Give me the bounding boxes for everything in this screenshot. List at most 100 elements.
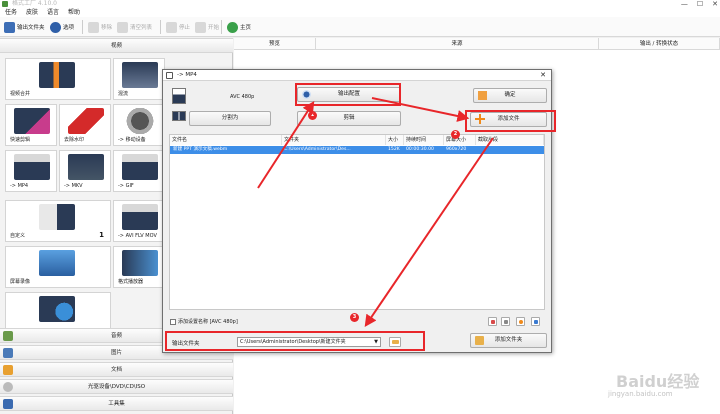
film-plus-icon	[39, 62, 75, 88]
tile-to-gif[interactable]: -> GIF	[113, 150, 165, 192]
tile-custom[interactable]: 自定义 1	[5, 200, 111, 242]
annotation-box-output-folder	[165, 331, 425, 351]
row-folder: C:\Users\Administrator\Des...	[284, 147, 351, 152]
file-info-icon	[534, 320, 538, 324]
add-folder-button[interactable]: 添加文件夹	[470, 333, 547, 348]
clear-list-button[interactable]: 清空列表	[117, 20, 152, 34]
film-reel-icon	[122, 108, 158, 134]
tile-format-player[interactable]: 格式播放器	[113, 246, 165, 288]
tile-quick-cut[interactable]: 快速剪辑	[5, 104, 57, 146]
file-options-button[interactable]	[488, 317, 497, 326]
confirm-button[interactable]: 确定	[473, 88, 547, 103]
marker-2: 2	[451, 130, 460, 139]
menu-skin[interactable]: 皮肤	[26, 8, 38, 17]
annotation-box-add-file	[465, 110, 556, 132]
remove-button[interactable]: 移除	[88, 20, 112, 34]
stop-button[interactable]: 停止	[166, 20, 190, 34]
header-clip[interactable]: 截取片段	[476, 135, 544, 145]
mkv-icon	[68, 154, 104, 180]
marker-1: 1	[308, 111, 317, 120]
video-globe-icon	[39, 296, 75, 322]
toolbar: 输出文件夹 选项 移除 清空列表 停止 开始 主页	[0, 17, 720, 37]
split-icon	[172, 111, 186, 121]
header-duration[interactable]: 持续时间	[404, 135, 444, 145]
remove-file-button[interactable]	[501, 317, 510, 326]
menu-help[interactable]: 帮助	[68, 8, 80, 17]
header-screen-size[interactable]: 屏幕大小	[444, 135, 476, 145]
category-tools[interactable]: 工具集	[0, 396, 233, 411]
add-setting-name-label: 添加设置名称 [AVC 480p]	[178, 319, 238, 325]
watermark-text: Baidu经验	[616, 372, 700, 391]
home-button[interactable]: 主页	[227, 20, 251, 34]
maximize-button[interactable]: ☐	[697, 0, 703, 8]
watermark: Baidu经验 jingyan.baidu.com	[586, 366, 706, 406]
title-bar: 格式工厂 4.10.0 — ☐ ✕	[0, 0, 720, 8]
header-folder[interactable]: 文件夹	[282, 135, 386, 145]
tile-to-avi-flv-mov[interactable]: -> AVI FLV MOV	[113, 200, 165, 242]
mux-icon	[122, 62, 158, 88]
row-size: 152K	[388, 147, 400, 152]
annotation-box-output-config	[295, 83, 401, 106]
table-row[interactable]: 新建 PPT 演示文稿.webm C:\Users\Administrator\…	[170, 146, 544, 154]
menu-bar: 任务 皮肤 语言 帮助	[0, 8, 720, 17]
gif-icon	[122, 154, 158, 180]
options-icon	[50, 21, 61, 33]
close-button[interactable]: ✕	[712, 0, 718, 8]
category-optical[interactable]: 光驱设备\DVD\CD\ISO	[0, 379, 233, 394]
menu-tasks[interactable]: 任务	[5, 8, 17, 17]
tile-video-merge[interactable]: 视频合并	[5, 58, 111, 100]
column-source[interactable]: 来源	[316, 38, 599, 50]
output-folder-button[interactable]: 输出文件夹	[4, 20, 45, 34]
tile-to-mp4[interactable]: -> MP4	[5, 150, 57, 192]
start-icon	[195, 21, 206, 33]
category-video[interactable]: 视频	[0, 38, 233, 53]
tile-remove-watermark[interactable]: 去除水印	[59, 104, 111, 146]
custom-icon	[39, 204, 75, 230]
mp4-icon	[14, 154, 50, 180]
remove-icon	[88, 21, 99, 33]
remove-file-icon	[504, 320, 508, 324]
format-device-icon	[172, 88, 186, 104]
start-button[interactable]: 开始	[195, 20, 219, 34]
home-globe-icon	[227, 21, 238, 33]
tile-mobile-device[interactable]: -> 移动设备	[113, 104, 165, 146]
toolbar-divider	[221, 20, 222, 34]
tile-to-mkv[interactable]: -> MKV	[59, 150, 111, 192]
avi-icon	[122, 204, 158, 230]
tile-mux[interactable]: 混流	[113, 58, 165, 100]
dialog-titlebar: -> MP4 ✕	[163, 70, 551, 81]
play-file-button[interactable]	[516, 317, 525, 326]
column-preview[interactable]: 预览	[234, 38, 316, 50]
marker-3: 3	[350, 313, 359, 322]
scissors-icon	[14, 108, 50, 134]
row-screen-size: 960x720	[446, 147, 467, 152]
confirm-arrow-icon	[478, 91, 487, 100]
app-logo-icon	[2, 1, 8, 7]
eraser-icon	[68, 108, 104, 134]
minimize-button[interactable]: —	[681, 0, 688, 8]
file-info-button[interactable]	[531, 317, 540, 326]
menu-language[interactable]: 语言	[47, 8, 59, 17]
file-options-icon	[491, 320, 495, 324]
options-button[interactable]: 选项	[50, 20, 74, 34]
screen-record-icon	[39, 250, 75, 276]
stop-icon	[166, 21, 177, 33]
header-size[interactable]: 大小	[386, 135, 404, 145]
format-profile-text: AVC 480p	[230, 94, 255, 100]
dialog-close-icon[interactable]: ✕	[540, 70, 546, 81]
clear-list-icon	[117, 21, 128, 33]
column-output-status[interactable]: 输出 / 转换状态	[599, 38, 720, 50]
watermark-url: jingyan.baidu.com	[608, 390, 673, 398]
window-controls: — ☐ ✕	[681, 0, 718, 8]
add-setting-name-checkbox[interactable]	[170, 319, 176, 325]
dialog-app-icon	[166, 72, 173, 79]
player-icon	[122, 250, 158, 276]
category-document[interactable]: 文档	[0, 362, 233, 377]
play-circle-icon	[519, 320, 523, 324]
split-button[interactable]: 分割为	[189, 111, 271, 126]
folder-icon	[4, 21, 15, 33]
header-file-name[interactable]: 文件名	[170, 135, 282, 145]
toolbar-divider	[82, 20, 83, 34]
window-title: 格式工厂 4.10.0	[12, 0, 57, 7]
tile-screen-record[interactable]: 屏幕录像	[5, 246, 111, 288]
